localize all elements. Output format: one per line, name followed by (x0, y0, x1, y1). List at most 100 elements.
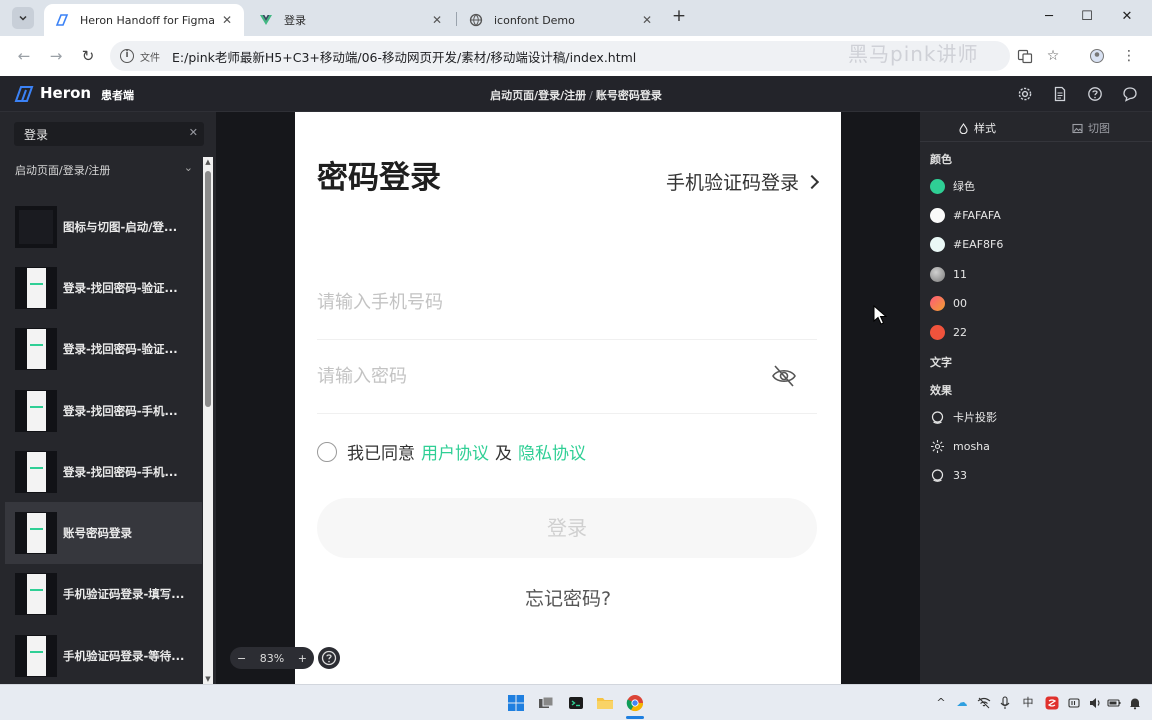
page-label: 登录-找回密码-验证... (63, 280, 178, 295)
scroll-down-icon[interactable]: ▼ (204, 675, 212, 683)
sms-login-link[interactable]: 手机验证码登录 (666, 168, 820, 195)
ime-app-icon[interactable] (1045, 696, 1059, 710)
text-section-title: 文字 (930, 356, 952, 369)
effect-row[interactable]: 33 (930, 468, 967, 483)
close-window-icon[interactable]: ✕ (1118, 8, 1136, 26)
page-search-input[interactable]: 登录 ✕ (14, 122, 204, 146)
page-item[interactable]: 图标与切图-启动/登... (5, 196, 202, 257)
zoom-control: − 83% + (230, 647, 314, 669)
breadcrumb: 启动页面/登录/注册 / 账号密码登录 (0, 87, 1152, 103)
tab-search-icon[interactable] (12, 7, 34, 29)
page-thumbnail (15, 512, 57, 555)
network-off-icon[interactable] (977, 696, 991, 710)
globe-favicon-icon (468, 12, 484, 28)
tray-expand-icon[interactable]: ^ (934, 696, 948, 710)
page-item-selected[interactable]: 账号密码登录 (5, 502, 202, 564)
microphone-icon[interactable] (998, 696, 1012, 710)
agree-prefix: 我已同意 (347, 444, 415, 464)
comment-icon[interactable] (1122, 86, 1138, 102)
chevron-down-icon[interactable]: ⌄ (184, 161, 193, 174)
user-agreement-link[interactable]: 用户协议 (421, 439, 489, 464)
windows-start-icon[interactable] (507, 694, 525, 712)
tab-slice-label: 切图 (1088, 122, 1110, 135)
effect-name: mosha (953, 440, 990, 453)
page-label: 登录-找回密码-手机... (63, 403, 178, 418)
design-canvas[interactable]: 密码登录 手机验证码登录 请输入手机号码 请输入密码 我已同意 用户协议 及 隐… (216, 112, 920, 684)
tab-heron[interactable]: Heron Handoff for Figma ✕ (44, 4, 244, 36)
page-item[interactable]: 登录-找回密码-验证... (5, 319, 202, 380)
tab-close-icon[interactable]: ✕ (640, 13, 654, 27)
sidebar-scrollbar[interactable]: ▲ ▼ (203, 157, 213, 684)
tab-login[interactable]: 登录 ✕ (248, 4, 454, 36)
effect-row[interactable]: mosha (930, 439, 990, 454)
forgot-password-link[interactable]: 忘记密码? (295, 584, 841, 611)
new-tab-button[interactable]: + (670, 8, 688, 26)
page-thumbnail (15, 573, 57, 616)
zoom-out-button[interactable]: − (237, 652, 246, 665)
color-swatch-row[interactable]: 22 (930, 325, 967, 340)
page-item[interactable]: 登录-找回密码-验证... (5, 257, 202, 318)
login-button[interactable]: 登录 (317, 498, 817, 558)
tab-style[interactable]: 样式 (958, 120, 996, 136)
file-explorer-icon[interactable] (596, 694, 614, 712)
tab-iconfont[interactable]: iconfont Demo ✕ (458, 4, 664, 36)
battery-icon[interactable] (1107, 696, 1121, 710)
phone-placeholder: 请输入手机号码 (317, 292, 443, 313)
document-icon[interactable] (1052, 86, 1068, 102)
settings-gear-icon[interactable] (1017, 86, 1033, 102)
color-name: 绿色 (953, 180, 975, 193)
privacy-agreement-link[interactable]: 隐私协议 (518, 439, 586, 464)
forward-icon[interactable]: → (46, 46, 66, 66)
back-icon[interactable]: ← (14, 46, 34, 66)
tab-close-icon[interactable]: ✕ (220, 13, 234, 27)
color-dot (930, 237, 945, 252)
page-item[interactable]: 手机验证码登录-等待... (5, 625, 202, 686)
minimize-icon[interactable]: ─ (1040, 8, 1058, 26)
phone-input[interactable]: 请输入手机号码 (317, 288, 817, 340)
color-swatch-row[interactable]: #FAFAFA (930, 208, 1001, 223)
chevron-right-icon (804, 174, 820, 189)
help-icon[interactable] (1087, 86, 1103, 102)
scrollbar-thumb[interactable] (205, 171, 211, 407)
browser-menu-icon[interactable]: ⋮ (1120, 47, 1138, 65)
page-group-header[interactable]: 启动页面/登录/注册 ⌄ (15, 161, 193, 178)
eye-off-icon[interactable] (771, 363, 797, 389)
info-icon[interactable]: i (120, 49, 134, 63)
notification-bell-icon[interactable] (1128, 696, 1142, 710)
scroll-up-icon[interactable]: ▲ (204, 158, 212, 166)
task-view-icon[interactable] (537, 694, 555, 712)
clear-search-icon[interactable]: ✕ (189, 126, 198, 139)
maximize-icon[interactable]: ☐ (1078, 8, 1096, 26)
color-dot (930, 208, 945, 223)
chrome-taskbar-icon[interactable] (626, 694, 644, 712)
canvas-help-button[interactable] (318, 647, 340, 669)
battery-saver-icon[interactable] (1068, 696, 1082, 710)
translate-icon[interactable] (1016, 47, 1034, 65)
color-swatch-row[interactable]: 11 (930, 267, 967, 282)
agree-radio[interactable] (317, 441, 337, 462)
color-dot (930, 178, 945, 194)
search-value[interactable]: 登录 (24, 126, 48, 143)
effect-row[interactable]: 卡片投影 (930, 409, 997, 425)
tab-slice[interactable]: 切图 (1072, 120, 1110, 136)
tab-close-icon[interactable]: ✕ (430, 13, 444, 27)
profile-icon[interactable] (1088, 47, 1106, 65)
reload-icon[interactable]: ↻ (78, 46, 98, 66)
page-item[interactable]: 登录-找回密码-手机... (5, 441, 202, 502)
bookmark-star-icon[interactable]: ☆ (1044, 47, 1062, 65)
cloud-icon[interactable]: ☁ (955, 696, 969, 710)
volume-icon[interactable] (1088, 696, 1102, 710)
page-item[interactable]: 登录-找回密码-手机... (5, 380, 202, 441)
color-swatch-row[interactable]: 绿色 (930, 178, 975, 194)
ime-indicator[interactable]: 中 (1021, 696, 1035, 710)
artboard-password-login[interactable]: 密码登录 手机验证码登录 请输入手机号码 请输入密码 我已同意 用户协议 及 隐… (295, 112, 841, 684)
url-text[interactable]: E:/pink老师最新H5+C3+移动端/06-移动网页开发/素材/移动端设计稿… (172, 47, 636, 66)
tab-style-label: 样式 (974, 122, 996, 135)
zoom-in-button[interactable]: + (298, 652, 307, 665)
password-input[interactable]: 请输入密码 (317, 362, 817, 414)
page-item[interactable]: 手机验证码登录-填写... (5, 564, 202, 625)
terminal-app-icon[interactable] (567, 694, 585, 712)
color-swatch-row[interactable]: #EAF8F6 (930, 237, 1003, 252)
breadcrumb-parent[interactable]: 启动页面/登录/注册 (490, 89, 586, 102)
color-swatch-row[interactable]: 00 (930, 296, 967, 311)
